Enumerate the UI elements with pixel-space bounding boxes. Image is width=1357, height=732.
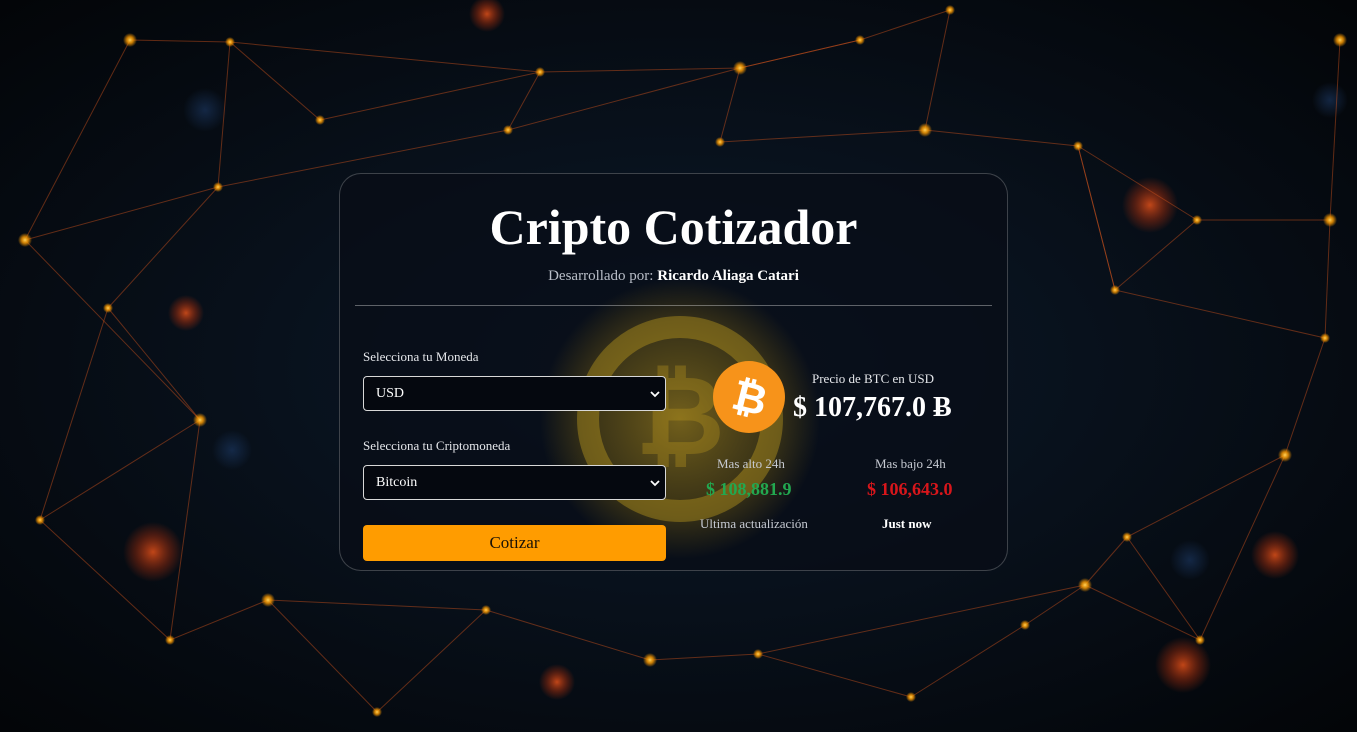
network-node bbox=[123, 33, 137, 47]
network-node bbox=[1073, 141, 1083, 151]
crypto-label: Selecciona tu Criptomoneda bbox=[363, 438, 511, 453]
header-divider bbox=[355, 305, 992, 306]
network-node bbox=[535, 67, 545, 77]
network-node bbox=[945, 5, 955, 15]
network-node bbox=[715, 137, 725, 147]
high-24h-value: $ 108,881.9 bbox=[706, 479, 792, 499]
author-name: Ricardo Aliaga Catari bbox=[657, 268, 799, 284]
network-node bbox=[213, 182, 223, 192]
network-node bbox=[481, 605, 491, 615]
network-node bbox=[372, 707, 382, 717]
last-update-value: Just now bbox=[882, 516, 932, 531]
bokeh-light bbox=[1170, 540, 1210, 580]
currency-label: Selecciona tu Moneda bbox=[363, 349, 479, 364]
bokeh-light bbox=[123, 522, 183, 582]
network-node bbox=[261, 593, 275, 607]
chevron-down-icon bbox=[649, 377, 661, 410]
network-node bbox=[1078, 578, 1092, 592]
network-node bbox=[643, 653, 657, 667]
crypto-select[interactable]: Bitcoin bbox=[363, 465, 666, 500]
network-node bbox=[165, 635, 175, 645]
bokeh-light bbox=[1251, 531, 1299, 579]
last-update-label: Ultima actualización bbox=[700, 516, 808, 531]
crypto-select-value: Bitcoin bbox=[376, 475, 418, 490]
currency-select[interactable]: USD bbox=[363, 376, 666, 411]
low-24h-value: $ 106,643.0 bbox=[867, 479, 953, 499]
page-title: Cripto Cotizador bbox=[489, 199, 858, 255]
quote-card: ₿ Cripto Cotizador Desarrollado por: Ric… bbox=[339, 173, 1008, 571]
network-node bbox=[1333, 33, 1347, 47]
network-node bbox=[1020, 620, 1030, 630]
currency-select-value: USD bbox=[376, 386, 405, 401]
network-node bbox=[1110, 285, 1120, 295]
network-node bbox=[1195, 635, 1205, 645]
bokeh-light bbox=[1312, 82, 1348, 118]
network-node bbox=[906, 692, 916, 702]
network-node bbox=[103, 303, 113, 313]
network-node bbox=[18, 233, 32, 247]
bokeh-light bbox=[168, 295, 204, 331]
network-node bbox=[35, 515, 45, 525]
network-node bbox=[193, 413, 207, 427]
bokeh-light bbox=[1122, 177, 1178, 233]
high-24h-label: Mas alto 24h bbox=[717, 456, 785, 471]
chevron-down-icon bbox=[649, 466, 661, 499]
quote-button[interactable]: Cotizar bbox=[363, 525, 666, 561]
bokeh-light bbox=[539, 664, 575, 700]
bokeh-light bbox=[1155, 637, 1211, 693]
price-label: Precio de BTC en USD bbox=[812, 371, 935, 386]
network-node bbox=[1320, 333, 1330, 343]
network-node bbox=[1323, 213, 1337, 227]
bokeh-light bbox=[212, 430, 252, 470]
network-node bbox=[1278, 448, 1292, 462]
network-node bbox=[733, 61, 747, 75]
network-node bbox=[753, 649, 763, 659]
network-node bbox=[918, 123, 932, 137]
developed-by-label: Desarrollado por: bbox=[548, 268, 654, 284]
developer-credit: Desarrollado por: Ricardo Aliaga Catari bbox=[340, 268, 1007, 285]
network-node bbox=[1122, 532, 1132, 542]
price-value: $ 107,767.0 Ƀ bbox=[793, 392, 952, 423]
bitcoin-icon: ₿ bbox=[713, 361, 785, 433]
network-node bbox=[1192, 215, 1202, 225]
network-node bbox=[315, 115, 325, 125]
quote-form: Selecciona tu Moneda USD Selecciona tu C… bbox=[363, 349, 667, 561]
low-24h-label: Mas bajo 24h bbox=[875, 456, 946, 471]
bokeh-light bbox=[183, 88, 227, 132]
network-node bbox=[225, 37, 235, 47]
network-node bbox=[503, 125, 513, 135]
network-node bbox=[855, 35, 865, 45]
